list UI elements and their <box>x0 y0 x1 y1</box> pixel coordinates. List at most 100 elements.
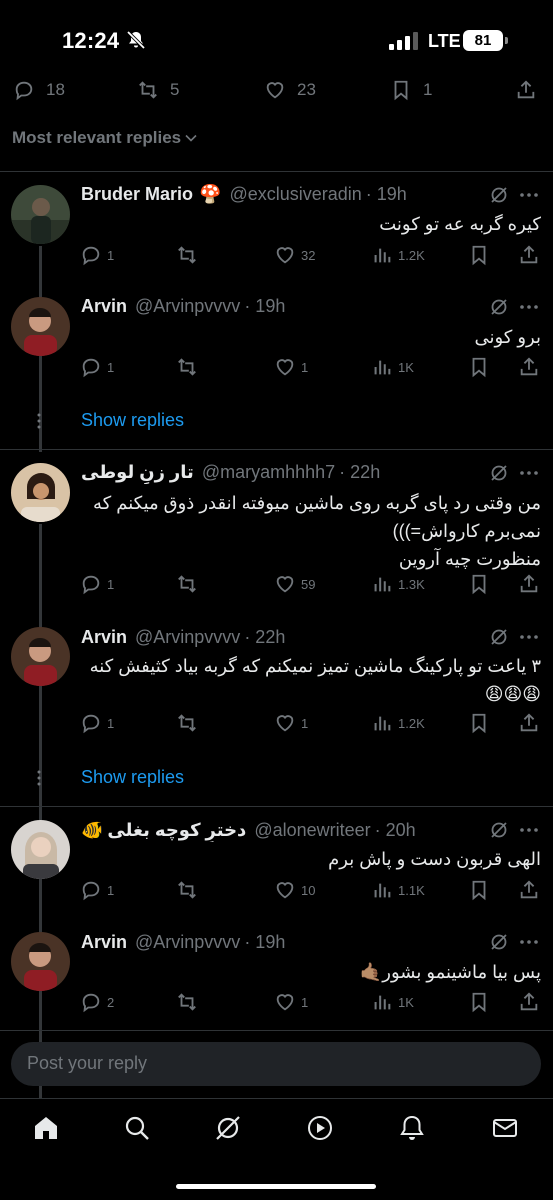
grok-icon[interactable] <box>489 627 509 647</box>
messages-envelope-icon[interactable] <box>490 1113 520 1143</box>
grok-icon[interactable] <box>489 185 509 205</box>
more-options-icon[interactable] <box>518 626 540 648</box>
grok-tab-icon[interactable] <box>213 1113 243 1143</box>
reply-icon <box>82 575 100 595</box>
display-name[interactable]: Arvin <box>81 627 127 648</box>
timestamp: · 22h <box>244 626 286 647</box>
reply-text: الهی قربون دست و پاش برم <box>328 849 541 869</box>
like-button[interactable]: 32 <box>274 244 315 266</box>
bookmark-icon <box>472 992 486 1013</box>
bookmark-button[interactable] <box>468 356 490 378</box>
repost-button[interactable] <box>176 356 203 378</box>
divider <box>0 806 553 807</box>
like-button[interactable]: 59 <box>274 573 315 595</box>
bookmark-button[interactable] <box>468 991 490 1013</box>
notifications-bell-icon[interactable] <box>397 1113 427 1143</box>
grok-icon[interactable] <box>489 820 509 840</box>
reply-icon <box>82 881 100 901</box>
reply-composer-input[interactable]: Post your reply <box>11 1042 541 1086</box>
reply-icon <box>82 714 100 734</box>
more-options-icon[interactable] <box>518 931 540 953</box>
avatar[interactable] <box>11 463 70 522</box>
divider <box>0 1030 553 1031</box>
reply-placeholder: Post your reply <box>27 1053 148 1073</box>
repost-button[interactable] <box>176 879 203 901</box>
cellular-signal-icon <box>389 32 418 50</box>
heart-icon <box>276 715 294 732</box>
avatar[interactable] <box>11 820 70 879</box>
bookmark-button[interactable] <box>468 244 490 266</box>
user-handle[interactable]: @Arvinpvvvv <box>135 627 240 648</box>
more-options-icon[interactable] <box>518 296 540 318</box>
home-icon[interactable] <box>31 1113 61 1143</box>
user-handle[interactable]: @exclusiveradin <box>229 184 361 205</box>
like-button[interactable]: 1 <box>274 712 308 734</box>
user-handle[interactable]: @alonewriteer <box>254 820 370 841</box>
reply-button[interactable]: 1 <box>80 356 114 378</box>
repost-button[interactable] <box>176 991 203 1013</box>
views-button[interactable]: 1.2K <box>371 712 425 734</box>
like-button[interactable]: 1 <box>274 991 308 1013</box>
display-name[interactable]: دخترِ کوچه بغلی <box>107 820 246 841</box>
avatar[interactable] <box>11 297 70 356</box>
bookmark-count[interactable]: 1 <box>389 80 432 101</box>
views-button[interactable]: 1K <box>371 991 414 1013</box>
more-options-icon[interactable] <box>518 184 540 206</box>
battery-icon: 81 <box>463 30 508 51</box>
user-handle[interactable]: @Arvinpvvvv <box>135 296 240 317</box>
repost-button[interactable] <box>176 712 203 734</box>
grok-icon[interactable] <box>489 463 509 483</box>
reply-button[interactable]: 2 <box>80 991 114 1013</box>
reply-button[interactable]: 1 <box>80 712 114 734</box>
repost-icon <box>139 81 157 99</box>
grok-icon[interactable] <box>489 297 509 317</box>
bookmark-button[interactable] <box>468 879 490 901</box>
sort-replies-dropdown[interactable]: Most relevant replies <box>12 128 198 148</box>
search-icon[interactable] <box>122 1113 152 1143</box>
repost-count[interactable]: 5 <box>136 80 179 100</box>
show-replies-link[interactable]: Show replies <box>81 767 184 788</box>
views-button[interactable]: 1K <box>371 356 414 378</box>
share-button[interactable] <box>518 573 540 595</box>
like-button[interactable]: 1 <box>274 356 308 378</box>
display-name[interactable]: Arvin <box>81 932 127 953</box>
reply-button[interactable]: 1 <box>80 879 114 901</box>
avatar[interactable] <box>11 185 70 244</box>
share-button[interactable] <box>518 244 540 266</box>
like-count[interactable]: 23 <box>263 80 316 100</box>
thread-dots-icon <box>37 770 41 786</box>
bookmark-icon <box>472 880 486 901</box>
more-options-icon[interactable] <box>518 462 540 484</box>
display-name[interactable]: Arvin <box>81 296 127 317</box>
reply-button[interactable]: 1 <box>80 244 114 266</box>
more-options-icon[interactable] <box>518 819 540 841</box>
avatar[interactable] <box>11 932 70 991</box>
views-button[interactable]: 1.3K <box>371 573 425 595</box>
video-play-icon[interactable] <box>305 1113 335 1143</box>
user-handle[interactable]: @maryamhhhh7 <box>202 462 335 483</box>
reply-count[interactable]: 18 <box>12 80 65 101</box>
share-button[interactable] <box>518 879 540 901</box>
views-button[interactable]: 1.1K <box>371 879 425 901</box>
display-name[interactable]: Bruder Mario <box>81 184 193 205</box>
show-replies-link[interactable]: Show replies <box>81 410 184 431</box>
thread-dots-icon <box>37 413 41 429</box>
repost-button[interactable] <box>176 244 203 266</box>
share-button[interactable] <box>514 80 538 100</box>
grok-icon[interactable] <box>489 932 509 952</box>
views-button[interactable]: 1.2K <box>371 244 425 266</box>
avatar[interactable] <box>11 627 70 686</box>
reply-button[interactable]: 1 <box>80 573 114 595</box>
bookmark-button[interactable] <box>468 712 490 734</box>
display-name[interactable]: تار زنِ لوطی <box>81 462 194 483</box>
divider <box>0 449 553 450</box>
like-button[interactable]: 10 <box>274 879 315 901</box>
repost-button[interactable] <box>176 573 203 595</box>
user-handle[interactable]: @Arvinpvvvv <box>135 932 240 953</box>
reply-header: 🐠 دخترِ کوچه بغلی @alonewriteer · 20h <box>81 818 511 842</box>
share-button[interactable] <box>518 991 540 1013</box>
share-button[interactable] <box>518 356 540 378</box>
share-button[interactable] <box>518 712 540 734</box>
share-icon <box>520 245 538 264</box>
bookmark-button[interactable] <box>468 573 490 595</box>
